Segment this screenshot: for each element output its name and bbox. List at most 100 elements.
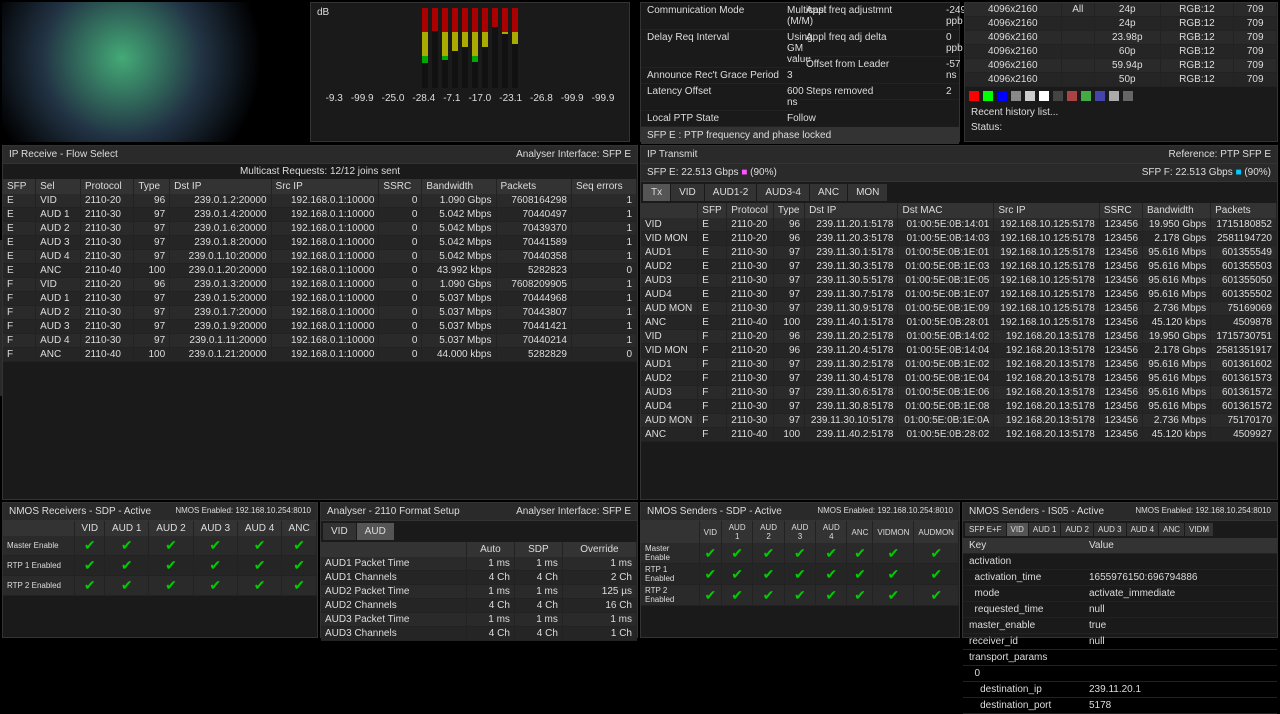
check-icon: ✔ <box>209 557 221 573</box>
flow-row[interactable]: EAUD 22110-3097239.0.1.6:20000192.168.0.… <box>3 222 637 236</box>
format-row[interactable]: AUD3 Channels4 Ch4 Ch1 Ch <box>321 627 637 641</box>
audio-meter <box>442 8 448 88</box>
status-label: Status: <box>965 120 1277 135</box>
tab-vid[interactable]: VID <box>1007 523 1028 536</box>
tab-vidm[interactable]: VIDM <box>1185 523 1213 536</box>
flow-row[interactable]: EAUD 32110-3097239.0.1.8:20000192.168.0.… <box>3 236 637 250</box>
check-icon: ✔ <box>209 577 221 593</box>
audio-meter <box>492 8 498 88</box>
tx-row[interactable]: AUD MONF2110-3097239.11.30.10:517801:00:… <box>641 414 1277 428</box>
check-icon: ✔ <box>704 566 716 582</box>
earth-preview <box>2 2 302 142</box>
flow-row[interactable]: FANC2110-40100239.0.1.21:20000192.168.0.… <box>3 348 637 362</box>
audio-meter <box>422 8 428 88</box>
tab-mon[interactable]: MON <box>848 184 887 201</box>
tx-row[interactable]: VID MONF2110-2096239.11.20.4:517801:00:5… <box>641 344 1277 358</box>
tx-row[interactable]: ANCF2110-40100239.11.40.2:517801:00:5E:0… <box>641 428 1277 442</box>
check-icon: ✔ <box>84 537 96 553</box>
tab-vid[interactable]: VID <box>671 184 704 201</box>
tab-vid[interactable]: VID <box>323 523 356 540</box>
tx-row[interactable]: AUD1E2110-3097239.11.30.1:517801:00:5E:0… <box>641 246 1277 260</box>
tab-anc[interactable]: ANC <box>1159 523 1184 536</box>
flow-row[interactable]: FAUD 32110-3097239.0.1.9:20000192.168.0.… <box>3 320 637 334</box>
check-icon: ✔ <box>293 537 305 553</box>
tx-row[interactable]: AUD4F2110-3097239.11.30.8:517801:00:5E:0… <box>641 400 1277 414</box>
tab-anc[interactable]: ANC <box>810 184 847 201</box>
check-icon: ✔ <box>84 577 96 593</box>
check-icon: ✔ <box>704 587 716 603</box>
tx-row[interactable]: AUD MONE2110-3097239.11.30.9:517801:00:5… <box>641 302 1277 316</box>
is05-panel: NMOS Senders - IS05 - ActiveNMOS Enabled… <box>962 502 1278 638</box>
check-icon: ✔ <box>121 537 133 553</box>
flow-row[interactable]: FAUD 12110-3097239.0.1.5:20000192.168.0.… <box>3 292 637 306</box>
tab-aud 4[interactable]: AUD 4 <box>1127 523 1159 536</box>
flow-row[interactable]: EVID2110-2096239.0.1.2:20000192.168.0.1:… <box>3 194 637 208</box>
tx-row[interactable]: AUD3F2110-3097239.11.30.6:517801:00:5E:0… <box>641 386 1277 400</box>
color-swatches <box>965 87 1277 105</box>
audio-meter <box>432 8 438 88</box>
format-row[interactable]: AUD1 Packet Time1 ms1 ms1 ms <box>321 557 637 571</box>
tx-row[interactable]: AUD1F2110-3097239.11.30.2:517801:00:5E:0… <box>641 358 1277 372</box>
formats-panel: 4096x2160All24pRGB:127094096x216024pRGB:… <box>964 2 1278 142</box>
tx-row[interactable]: AUD2E2110-3097239.11.30.3:517801:00:5E:0… <box>641 260 1277 274</box>
ptp-status: SFP E : PTP frequency and phase locked <box>641 127 959 144</box>
check-icon: ✔ <box>825 566 837 582</box>
tab-tx[interactable]: Tx <box>643 184 670 201</box>
format-row[interactable]: AUD2 Channels4 Ch4 Ch16 Ch <box>321 599 637 613</box>
audio-meter <box>472 8 478 88</box>
nmos-senders-panel: NMOS Senders - SDP - ActiveNMOS Enabled:… <box>640 502 960 638</box>
analyser-panel: Analyser - 2110 Format SetupAnalyser Int… <box>320 502 638 638</box>
check-icon: ✔ <box>731 566 743 582</box>
flow-row[interactable]: FAUD 22110-3097239.0.1.7:20000192.168.0.… <box>3 306 637 320</box>
flow-row[interactable]: EAUD 42110-3097239.0.1.10:20000192.168.0… <box>3 250 637 264</box>
check-icon: ✔ <box>84 557 96 573</box>
check-icon: ✔ <box>794 566 806 582</box>
tab-aud1-2[interactable]: AUD1-2 <box>705 184 757 201</box>
tx-row[interactable]: AUD4E2110-3097239.11.30.7:517801:00:5E:0… <box>641 288 1277 302</box>
tx-row[interactable]: VID MONE2110-2096239.11.20.3:517801:00:5… <box>641 232 1277 246</box>
format-row[interactable]: 4096x216059.94pRGB:12709 <box>965 59 1277 73</box>
iptx-table: SFPProtocolTypeDst IPDst MACSrc IPSSRCBa… <box>641 203 1277 442</box>
ip-receive-panel: IP Receive - Flow SelectAnalyser Interfa… <box>2 145 638 500</box>
tab-aud 2[interactable]: AUD 2 <box>1061 523 1093 536</box>
flow-row[interactable]: EAUD 12110-3097239.0.1.4:20000192.168.0.… <box>3 208 637 222</box>
check-icon: ✔ <box>731 545 743 561</box>
tx-row[interactable]: VIDF2110-2096239.11.20.2:517801:00:5E:0B… <box>641 330 1277 344</box>
flow-row[interactable]: FVID2110-2096239.0.1.3:20000192.168.0.1:… <box>3 278 637 292</box>
format-row[interactable]: AUD3 Packet Time1 ms1 ms1 ms <box>321 613 637 627</box>
audio-meter <box>502 8 508 88</box>
flow-row[interactable]: EANC2110-40100239.0.1.20:20000192.168.0.… <box>3 264 637 278</box>
check-icon: ✔ <box>763 545 775 561</box>
format-row[interactable]: 4096x216050pRGB:12709 <box>965 73 1277 87</box>
tab-aud3-4[interactable]: AUD3-4 <box>757 184 809 201</box>
tx-row[interactable]: ANCE2110-40100239.11.40.1:517801:00:5E:0… <box>641 316 1277 330</box>
db-label: dB <box>317 7 329 18</box>
tab-sfp e+f[interactable]: SFP E+F <box>965 523 1006 536</box>
tx-row[interactable]: AUD3E2110-3097239.11.30.5:517801:00:5E:0… <box>641 274 1277 288</box>
check-icon: ✔ <box>854 566 866 582</box>
check-icon: ✔ <box>888 566 900 582</box>
tab-aud 3[interactable]: AUD 3 <box>1094 523 1126 536</box>
check-icon: ✔ <box>930 545 942 561</box>
tx-row[interactable]: VIDE2110-2096239.11.20.1:517801:00:5E:0B… <box>641 218 1277 232</box>
flow-row[interactable]: FAUD 42110-3097239.0.1.11:20000192.168.0… <box>3 334 637 348</box>
check-icon: ✔ <box>165 577 177 593</box>
format-row[interactable]: AUD1 Channels4 Ch4 Ch2 Ch <box>321 571 637 585</box>
check-icon: ✔ <box>254 557 266 573</box>
iprecv-table: SFPSelProtocolTypeDst IPSrc IPSSRCBandwi… <box>3 179 637 362</box>
format-row[interactable]: 4096x216060pRGB:12709 <box>965 45 1277 59</box>
check-icon: ✔ <box>121 557 133 573</box>
check-icon: ✔ <box>825 545 837 561</box>
ptp-panel: Communication ModeMulticast (M/M)Delay R… <box>640 2 960 142</box>
tab-aud 1[interactable]: AUD 1 <box>1029 523 1061 536</box>
tx-row[interactable]: AUD2F2110-3097239.11.30.4:517801:00:5E:0… <box>641 372 1277 386</box>
check-icon: ✔ <box>165 557 177 573</box>
format-row[interactable]: 4096x216024pRGB:12709 <box>965 17 1277 31</box>
history-dropdown[interactable]: Recent history list... <box>965 105 1277 120</box>
tab-aud[interactable]: AUD <box>357 523 394 540</box>
check-icon: ✔ <box>293 577 305 593</box>
format-row[interactable]: AUD2 Packet Time1 ms1 ms125 µs <box>321 585 637 599</box>
format-row[interactable]: 4096x2160All24pRGB:12709 <box>965 3 1277 17</box>
format-row[interactable]: 4096x216023.98pRGB:12709 <box>965 31 1277 45</box>
audio-meters-panel: dB -9.3-99.9-25.0-28.4-7.1-17.0-23.1-26.… <box>310 2 630 142</box>
